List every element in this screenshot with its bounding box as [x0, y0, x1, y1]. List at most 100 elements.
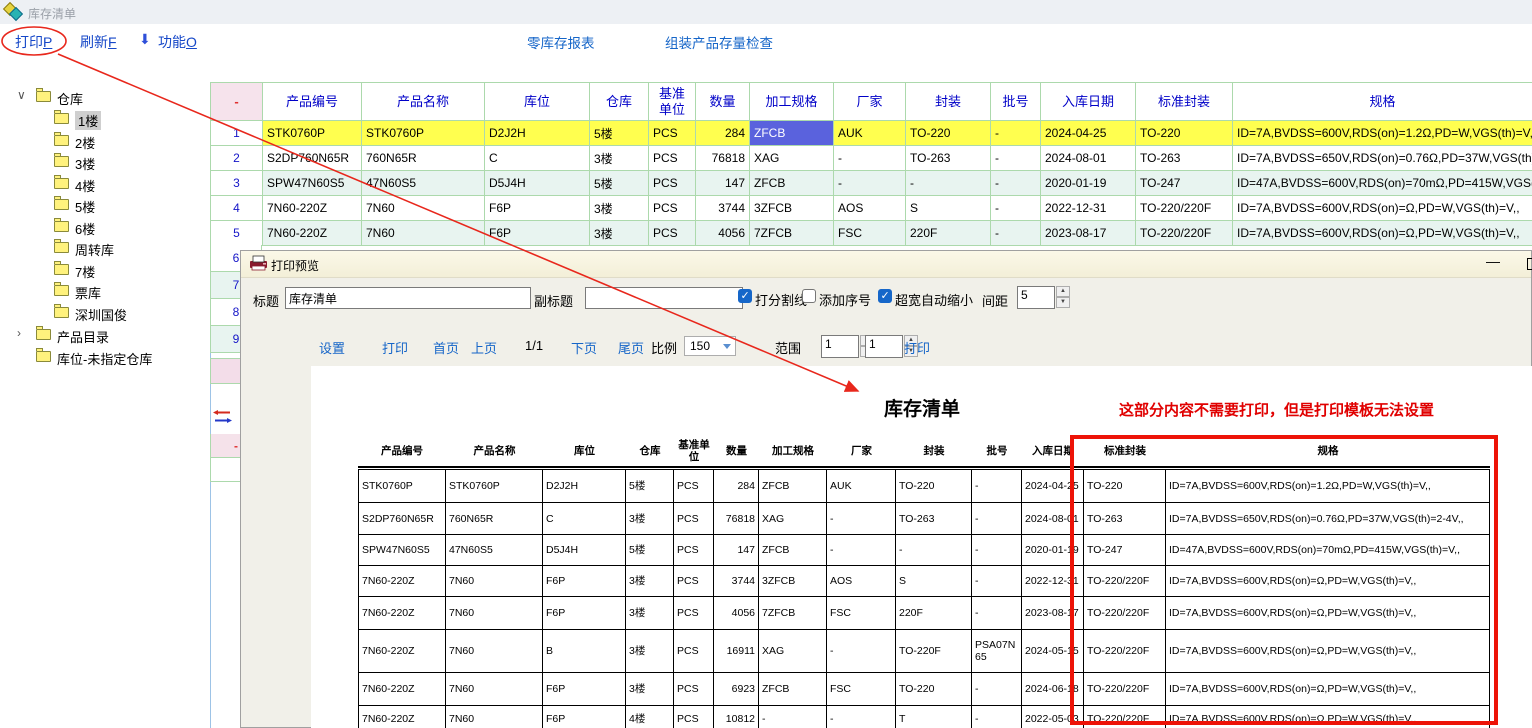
column-header-2[interactable]: 产品名称 — [362, 83, 485, 121]
cell-r4-c4[interactable]: 3楼 — [590, 196, 649, 221]
cell-r2-c3[interactable]: C — [485, 146, 590, 171]
column-header-0[interactable]: - — [211, 83, 263, 121]
spacing-up-button[interactable]: ▲ — [1056, 286, 1070, 297]
cell-r3-c10[interactable]: - — [991, 171, 1041, 196]
cell-r3-c7[interactable]: ZFCB — [750, 171, 834, 196]
last-page-link[interactable]: 尾页 — [618, 338, 644, 357]
maximize-button[interactable] — [1527, 258, 1532, 270]
cell-r1-c2[interactable]: STK0760P — [362, 121, 485, 146]
cell-r5-c11[interactable]: 2023-08-17 — [1041, 221, 1136, 246]
cell-r1-c4[interactable]: 5楼 — [590, 121, 649, 146]
cell-r1-c10[interactable]: - — [991, 121, 1041, 146]
cell-r2-c0[interactable]: 2 — [211, 146, 263, 171]
cell-r4-c10[interactable]: - — [991, 196, 1041, 221]
column-header-12[interactable]: 标准封装 — [1136, 83, 1233, 121]
cell-r5-c8[interactable]: FSC — [834, 221, 906, 246]
cell-r5-c2[interactable]: 7N60 — [362, 221, 485, 246]
column-header-10[interactable]: 批号 — [991, 83, 1041, 121]
cell-r4-c8[interactable]: AOS — [834, 196, 906, 221]
column-header-1[interactable]: 产品编号 — [263, 83, 362, 121]
cell-r1-c8[interactable]: AUK — [834, 121, 906, 146]
cell-r3-c8[interactable]: - — [834, 171, 906, 196]
cell-r2-c7[interactable]: XAG — [750, 146, 834, 171]
first-page-link[interactable]: 首页 — [433, 338, 459, 357]
print-link-2[interactable]: 打印 — [904, 338, 930, 357]
doc-title-input[interactable] — [285, 287, 531, 309]
cell-r1-c3[interactable]: D2J2H — [485, 121, 590, 146]
cell-r4-c7[interactable]: 3ZFCB — [750, 196, 834, 221]
cell-r3-c6[interactable]: 147 — [696, 171, 750, 196]
cell-r2-c12[interactable]: TO-263 — [1136, 146, 1233, 171]
cell-r3-c4[interactable]: 5楼 — [590, 171, 649, 196]
cell-r1-c9[interactable]: TO-220 — [906, 121, 991, 146]
column-header-6[interactable]: 数量 — [696, 83, 750, 121]
cell-r5-c12[interactable]: TO-220/220F — [1136, 221, 1233, 246]
cell-r4-c0[interactable]: 4 — [211, 196, 263, 221]
cell-r3-c3[interactable]: D5J4H — [485, 171, 590, 196]
column-header-7[interactable]: 加工规格 — [750, 83, 834, 121]
cell-r5-c10[interactable]: - — [991, 221, 1041, 246]
print-link[interactable]: 打印 — [382, 338, 408, 357]
cell-r1-c12[interactable]: TO-220 — [1136, 121, 1233, 146]
auto-shrink-checkbox[interactable] — [878, 289, 892, 303]
cell-r4-c2[interactable]: 7N60 — [362, 196, 485, 221]
cell-r5-c6[interactable]: 4056 — [696, 221, 750, 246]
cell-r3-c11[interactable]: 2020-01-19 — [1041, 171, 1136, 196]
scale-dropdown[interactable]: 150 — [684, 336, 736, 356]
function-menu-item[interactable]: 功能O — [158, 32, 197, 52]
cell-r3-c12[interactable]: TO-247 — [1136, 171, 1233, 196]
cell-r2-c11[interactable]: 2024-08-01 — [1041, 146, 1136, 171]
cell-r4-c11[interactable]: 2022-12-31 — [1041, 196, 1136, 221]
cell-r5-c0[interactable]: 5 — [211, 221, 263, 246]
collapse-icon[interactable]: ∨ — [17, 88, 26, 102]
spacing-stepper[interactable]: 5 ▲▼ — [1017, 286, 1070, 308]
cell-r2-c6[interactable]: 76818 — [696, 146, 750, 171]
refresh-menu-item[interactable]: 刷新F — [80, 32, 117, 52]
cell-r1-c5[interactable]: PCS — [649, 121, 696, 146]
cell-r4-c9[interactable]: S — [906, 196, 991, 221]
cell-r3-c9[interactable]: - — [906, 171, 991, 196]
settings-link[interactable]: 设置 — [319, 338, 345, 357]
dialog-titlebar[interactable]: 打印预览 — — [241, 251, 1531, 278]
cell-r4-c5[interactable]: PCS — [649, 196, 696, 221]
cell-r1-c1[interactable]: STK0760P — [263, 121, 362, 146]
cell-r5-c13[interactable]: ID=7A,BVDSS=600V,RDS(on)=Ω,PD=W,VGS(th)=… — [1233, 221, 1532, 246]
cell-r3-c2[interactable]: 47N60S5 — [362, 171, 485, 196]
next-page-link[interactable]: 下页 — [571, 338, 597, 357]
cell-r1-c0[interactable]: 1 — [211, 121, 263, 146]
cell-r2-c8[interactable]: - — [834, 146, 906, 171]
cell-r2-c13[interactable]: ID=7A,BVDSS=650V,RDS(on)=0.76Ω,PD=37W,VG… — [1233, 146, 1532, 171]
column-header-13[interactable]: 规格 — [1233, 83, 1532, 121]
cell-r5-c5[interactable]: PCS — [649, 221, 696, 246]
divider-line-checkbox[interactable] — [738, 289, 752, 303]
cell-r2-c5[interactable]: PCS — [649, 146, 696, 171]
column-header-5[interactable]: 基准单位 — [649, 83, 696, 121]
cell-r3-c13[interactable]: ID=47A,BVDSS=600V,RDS(on)=70mΩ,PD=415W,V… — [1233, 171, 1532, 196]
print-menu-item[interactable]: 打印P — [15, 32, 52, 52]
cell-r2-c9[interactable]: TO-263 — [906, 146, 991, 171]
cell-r2-c1[interactable]: S2DP760N65R — [263, 146, 362, 171]
cell-r4-c3[interactable]: F6P — [485, 196, 590, 221]
cell-r1-c11[interactable]: 2024-04-25 — [1041, 121, 1136, 146]
cell-r3-c1[interactable]: SPW47N60S5 — [263, 171, 362, 196]
cell-r1-c7[interactable]: ZFCB — [750, 121, 834, 146]
cell-r4-c13[interactable]: ID=7A,BVDSS=600V,RDS(on)=Ω,PD=W,VGS(th)=… — [1233, 196, 1532, 221]
cell-r2-c2[interactable]: 760N65R — [362, 146, 485, 171]
cell-r3-c5[interactable]: PCS — [649, 171, 696, 196]
cell-r5-c7[interactable]: 7ZFCB — [750, 221, 834, 246]
cell-r2-c10[interactable]: - — [991, 146, 1041, 171]
cell-r5-c9[interactable]: 220F — [906, 221, 991, 246]
column-header-4[interactable]: 仓库 — [590, 83, 649, 121]
cell-r5-c1[interactable]: 7N60-220Z — [263, 221, 362, 246]
cell-r5-c3[interactable]: F6P — [485, 221, 590, 246]
zero-stock-report-link[interactable]: 零库存报表 — [527, 32, 595, 52]
expand-icon[interactable]: › — [17, 326, 21, 340]
assembly-check-link[interactable]: 组装产品存量检查 — [665, 32, 773, 52]
column-header-9[interactable]: 封装 — [906, 83, 991, 121]
cell-r4-c6[interactable]: 3744 — [696, 196, 750, 221]
cell-r4-c1[interactable]: 7N60-220Z — [263, 196, 362, 221]
cell-r4-c12[interactable]: TO-220/220F — [1136, 196, 1233, 221]
cell-r1-c6[interactable]: 284 — [696, 121, 750, 146]
swap-arrows-icon[interactable] — [213, 410, 232, 423]
column-header-3[interactable]: 库位 — [485, 83, 590, 121]
